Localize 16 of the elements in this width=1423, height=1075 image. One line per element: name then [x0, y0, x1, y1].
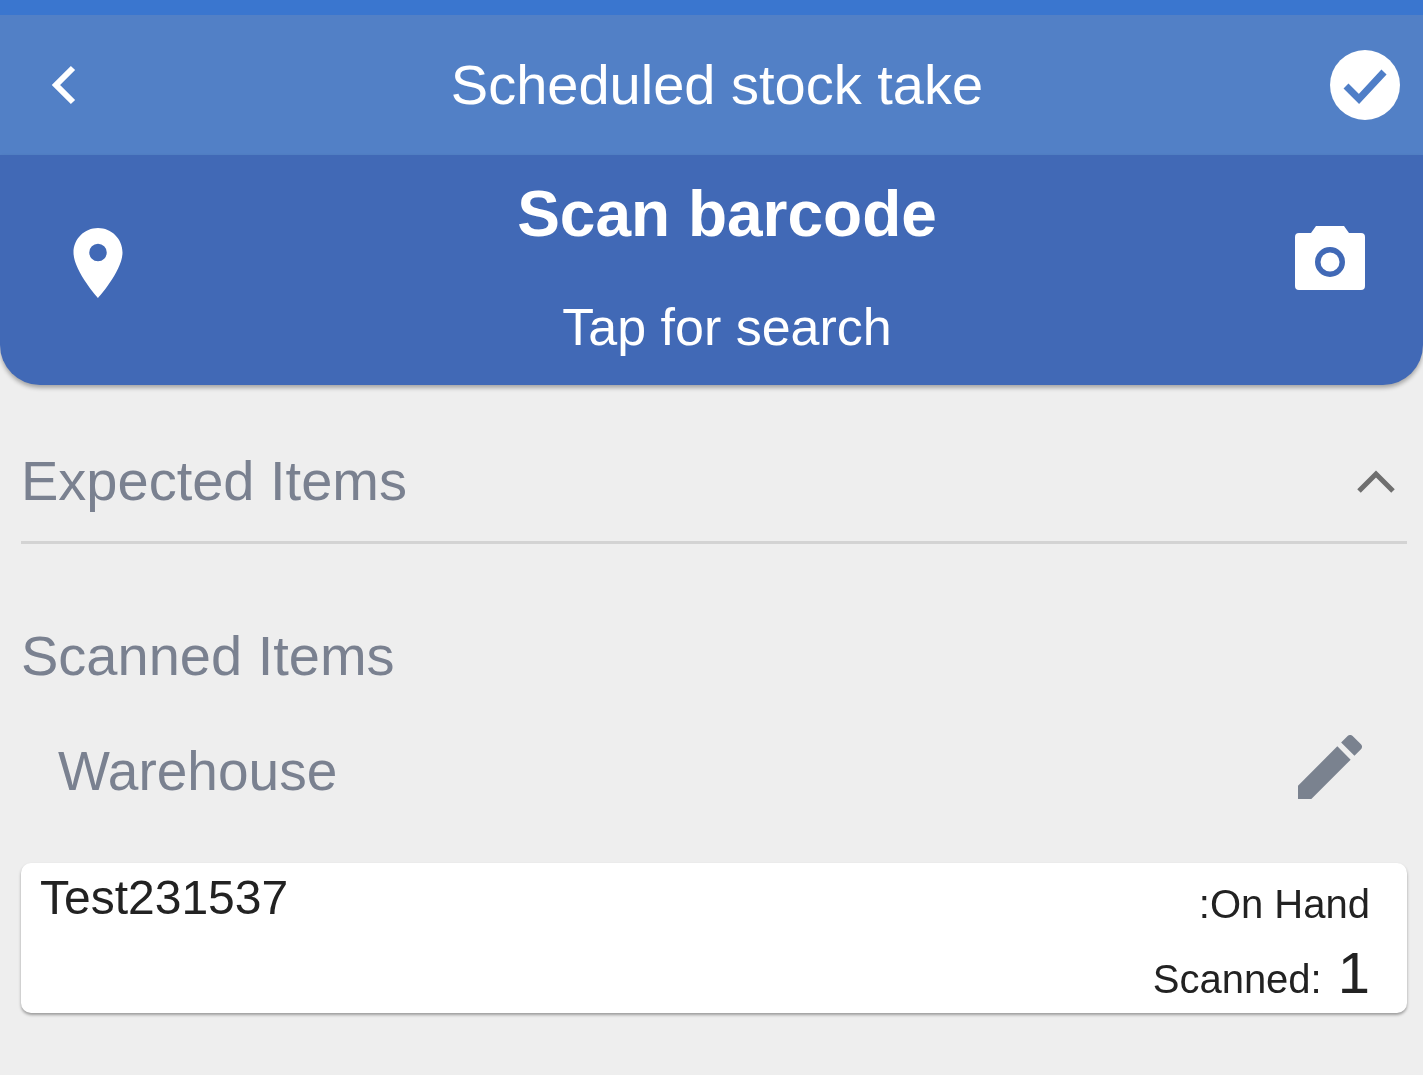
screen-title: Scheduled stock take	[450, 57, 984, 113]
scanned-label: Scanned:	[1152, 959, 1322, 999]
section-title: Scanned Items	[21, 628, 395, 684]
scanned-count: 1	[1337, 944, 1370, 1002]
chevron-up-icon[interactable]	[1356, 468, 1396, 494]
item-name: Test231537	[40, 874, 289, 922]
scan-title: Scan barcode	[517, 182, 937, 246]
on-hand-label: :On Hand	[1198, 884, 1370, 924]
camera-icon[interactable]	[1295, 226, 1365, 290]
pencil-icon[interactable]	[1298, 735, 1362, 799]
scan-panel[interactable]: Scan barcode Tap for search	[0, 155, 1423, 385]
item-card[interactable]: Test231537 :On Hand Scanned: 1	[21, 863, 1407, 1013]
map-pin-icon[interactable]	[73, 228, 123, 298]
back-icon[interactable]	[50, 65, 76, 105]
check-circle-icon[interactable]	[1330, 50, 1400, 120]
location-name: Warehouse	[58, 738, 338, 799]
